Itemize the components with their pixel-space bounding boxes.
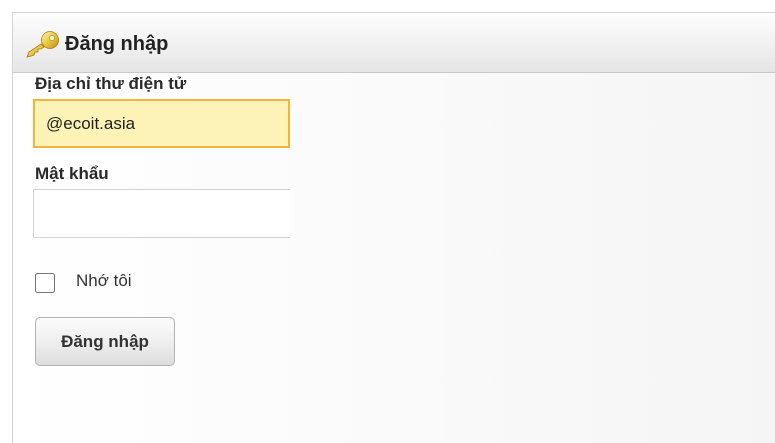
page: Đăng nhập Địa chỉ thư điện tử Mật khẩu N… — [0, 0, 775, 443]
email-field[interactable] — [33, 99, 290, 148]
key-icon — [26, 31, 59, 58]
email-label: Địa chỉ thư điện tử — [35, 74, 187, 93]
login-button[interactable]: Đăng nhập — [35, 317, 175, 366]
panel-title: Đăng nhập — [65, 33, 169, 55]
panel-header: Đăng nhập — [13, 13, 775, 73]
remember-me-checkbox[interactable] — [35, 273, 55, 293]
password-field[interactable] — [33, 189, 290, 238]
login-panel: Đăng nhập Địa chỉ thư điện tử Mật khẩu N… — [12, 12, 775, 443]
password-label: Mật khẩu — [35, 164, 109, 183]
remember-me-label[interactable]: Nhớ tôi — [76, 271, 132, 291]
